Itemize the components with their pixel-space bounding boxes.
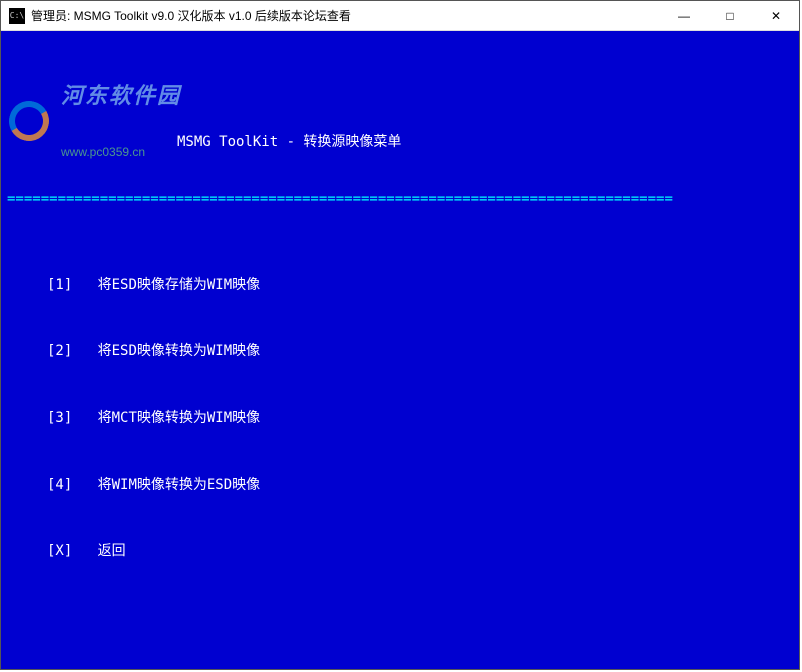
close-button[interactable]: ✕ [753, 1, 799, 30]
titlebar[interactable]: C:\ 管理员: MSMG Toolkit v9.0 汉化版本 v1.0 后续版… [1, 1, 799, 31]
app-window: C:\ 管理员: MSMG Toolkit v9.0 汉化版本 v1.0 后续版… [0, 0, 800, 670]
window-title: 管理员: MSMG Toolkit v9.0 汉化版本 v1.0 后续版本论坛查… [31, 7, 661, 24]
menu-label: 将MCT映像转换为WIM映像 [98, 410, 261, 426]
menu-key: [3] [47, 410, 72, 426]
menu-label: 返回 [98, 543, 126, 559]
spacer [7, 618, 793, 669]
watermark-text: 河东软件园 www.pc0359.cn [61, 43, 181, 198]
menu-label: 将ESD映像存储为WIM映像 [98, 277, 261, 293]
console-area[interactable]: 河东软件园 www.pc0359.cn MSMG ToolKit - 转换源映像… [1, 31, 799, 669]
menu-key: [4] [47, 477, 72, 493]
watermark-site-name: 河东软件园 [61, 81, 181, 111]
menu-item-1[interactable]: [1] 将ESD映像存储为WIM映像 [7, 276, 793, 295]
cmd-icon: C:\ [9, 8, 25, 24]
menu-key: [2] [47, 343, 72, 359]
menu-title: MSMG ToolKit - 转换源映像菜单 [7, 133, 793, 152]
window-controls: — □ ✕ [661, 1, 799, 30]
menu-key: [1] [47, 277, 72, 293]
menu-item-2[interactable]: [2] 将ESD映像转换为WIM映像 [7, 342, 793, 361]
menu-item-4[interactable]: [4] 将WIM映像转换为ESD映像 [7, 476, 793, 495]
minimize-button[interactable]: — [661, 1, 707, 30]
menu-label: 将ESD映像转换为WIM映像 [98, 343, 261, 359]
menu-label: 将WIM映像转换为ESD映像 [98, 477, 261, 493]
divider-top: ========================================… [7, 190, 793, 209]
menu-item-3[interactable]: [3] 将MCT映像转换为WIM映像 [7, 409, 793, 428]
menu-key: [X] [47, 543, 72, 559]
menu-item-x[interactable]: [X] 返回 [7, 542, 793, 561]
maximize-button[interactable]: □ [707, 1, 753, 30]
watermark: 河东软件园 www.pc0359.cn [7, 43, 181, 198]
